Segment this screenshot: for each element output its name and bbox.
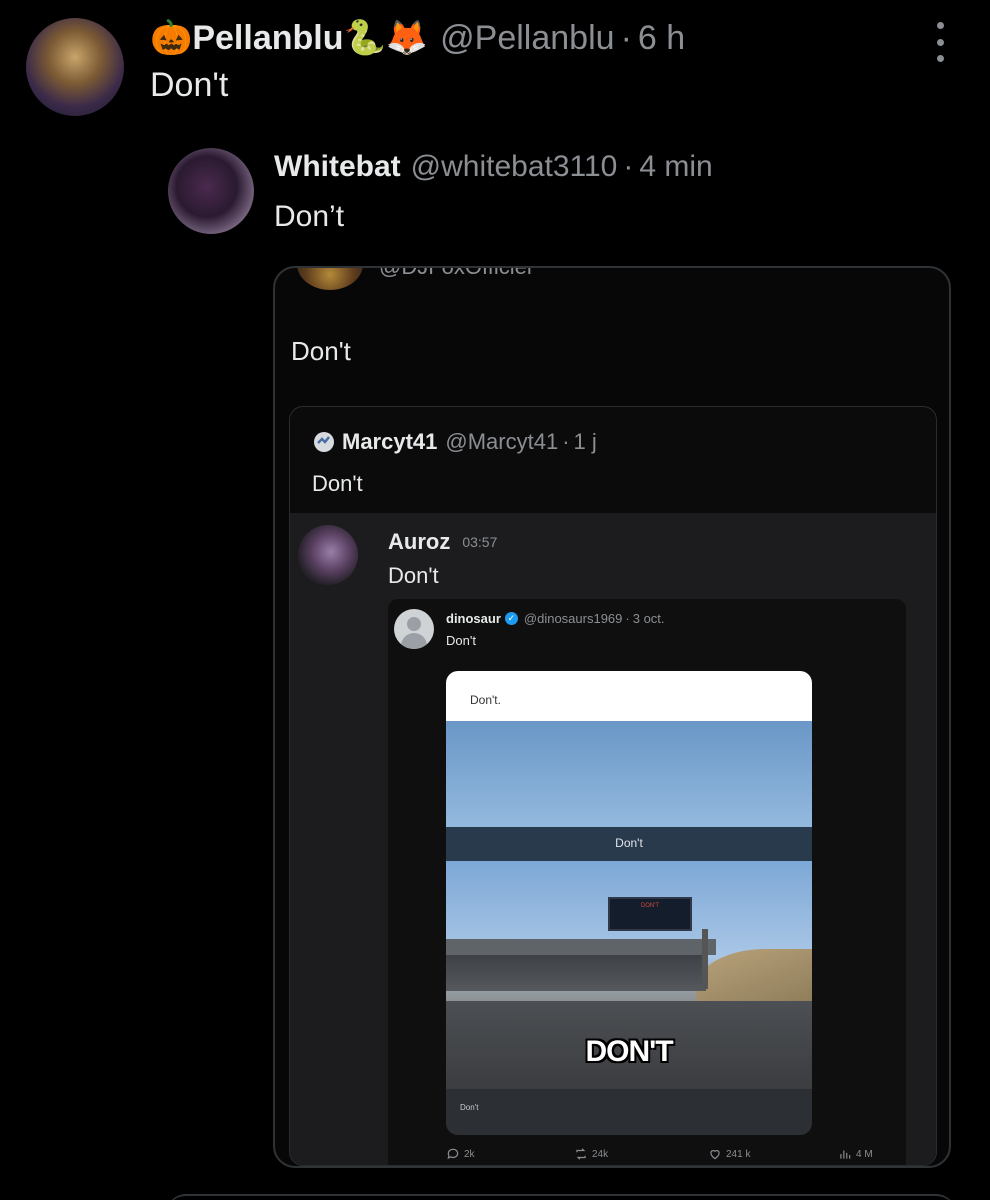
reply-icon [447, 1148, 459, 1160]
analytics-icon [840, 1150, 851, 1159]
cropped-avatar [297, 268, 363, 290]
default-avatar-icon [394, 609, 434, 649]
nested-quote-author[interactable]: Marcyt41 [342, 429, 437, 455]
verified-badge-icon: ✓ [504, 612, 518, 625]
overpass-underside [446, 955, 706, 991]
embedded-tweet-text: Don't [446, 633, 476, 648]
quoted-post-card[interactable]: @DJFoxOfficiel Don't Marcyt41 @Marcyt41 … [273, 266, 951, 1168]
nested-quote-header: Marcyt41 @Marcyt41 · 1 j [312, 429, 597, 455]
meme-band-text: Don't [615, 836, 643, 850]
embedded-tweet-time: 3 oct. [632, 611, 665, 626]
overpass-deck [446, 939, 716, 955]
nested-quote-handle[interactable]: @Marcyt41 [445, 429, 558, 455]
post-text: Don't [150, 66, 229, 104]
tweet-actions: 2k 24k 241 k 4 M [446, 1147, 886, 1165]
embedded-tweet[interactable]: dinosaur ✓ @dinosaurs1969 · 3 oct. Don't… [388, 599, 906, 1165]
reply-header: Whitebat @whitebat3110 · 4 min [274, 150, 713, 184]
whitebat-avatar[interactable] [168, 148, 254, 234]
view-count: 4 M [856, 1148, 873, 1160]
reply-author-name[interactable]: Whitebat [274, 150, 401, 184]
message-header: Auroz 03:57 [388, 529, 497, 555]
embedded-tweet-handle[interactable]: @dinosaurs1969 [524, 611, 622, 626]
embedded-tweet-author[interactable]: dinosaur [446, 611, 501, 626]
message-text: Don't [388, 563, 439, 588]
meme-sky [446, 721, 812, 827]
heart-icon [710, 1150, 720, 1160]
meme-bottom-bar: Don't [446, 1089, 812, 1135]
cropped-handle: @DJFoxOfficiel [379, 266, 532, 279]
views-action[interactable]: 4 M [838, 1147, 873, 1161]
reply-author-handle[interactable]: @whitebat3110 [411, 150, 618, 184]
highway-scene: DON'T DON'T [446, 861, 812, 1089]
more-options-icon[interactable] [932, 22, 948, 62]
meme-caption: DON'T [585, 1035, 673, 1068]
message-time: 03:57 [462, 534, 498, 550]
billboard-text: DON'T [640, 903, 660, 909]
chat-message-panel: Auroz 03:57 Don't dinosaur ✓ @dinosaurs1… [290, 513, 936, 1165]
post-separator: · [620, 18, 632, 57]
verified-icon [314, 432, 334, 452]
repost-count: 24k [592, 1148, 609, 1160]
post-author-name[interactable]: 🎃Pellanblu🐍🦊 [150, 18, 428, 58]
post-header: 🎃Pellanblu🐍🦊 @Pellanblu · 6 h [150, 18, 685, 58]
repost-action[interactable]: 24k [574, 1147, 608, 1161]
quoted-post-text: Don't [291, 336, 351, 366]
meme-top-text: Don't. [470, 693, 501, 707]
meme-image[interactable]: Don't. Don't DON'T DON'T Don't [446, 671, 812, 1135]
meme-top-bar: Don't. [446, 671, 812, 721]
nested-quote-time: 1 j [573, 429, 597, 454]
nested-quote-separator: · [562, 429, 570, 454]
embedded-tweet-header: dinosaur ✓ @dinosaurs1969 · 3 oct. [446, 611, 665, 626]
post-author-handle[interactable]: @Pellanblu [440, 19, 614, 58]
reply-count: 2k [464, 1148, 475, 1160]
message-author[interactable]: Auroz [388, 529, 450, 555]
nested-quote-card[interactable]: Marcyt41 @Marcyt41 · 1 j Don't Auroz 03:… [289, 406, 937, 1166]
reply-action[interactable]: 2k [446, 1147, 475, 1161]
auroz-avatar[interactable] [298, 525, 358, 585]
pellanblu-avatar[interactable] [26, 18, 124, 116]
next-post-card-edge [166, 1194, 956, 1200]
billboard: DON'T [608, 897, 692, 931]
nested-quote-text: Don't [312, 471, 363, 496]
meme-bottom-text: Don't [460, 1103, 479, 1112]
embedded-tweet-separator: · [625, 611, 630, 626]
reply-timestamp[interactable]: 4 min [639, 150, 712, 184]
like-action[interactable]: 241 k [708, 1147, 750, 1161]
billboard-pole [702, 929, 708, 989]
meme-band: Don't [446, 827, 812, 861]
reply-text: Don’t [274, 200, 345, 233]
repost-icon [576, 1148, 586, 1160]
post-timestamp[interactable]: 6 h [638, 19, 685, 58]
reply-separator: · [623, 150, 634, 183]
like-count: 241 k [726, 1148, 751, 1160]
